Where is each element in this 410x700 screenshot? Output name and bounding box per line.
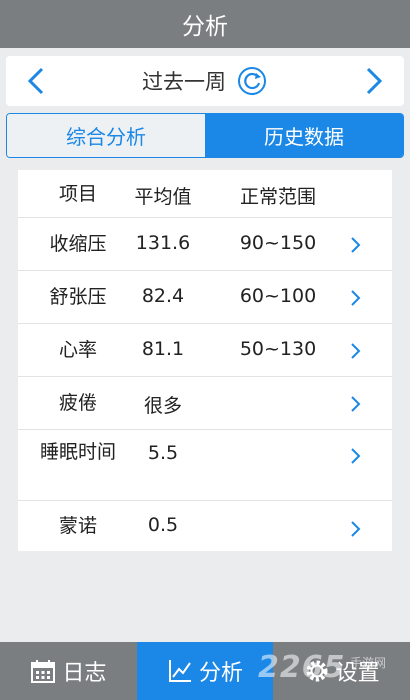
view-tabs: 综合分析 历史数据 <box>6 113 404 158</box>
table-header: 项目 平均值 正常范围 <box>18 170 392 218</box>
period-label: 过去一周 <box>142 70 226 94</box>
bottom-navigation: 日志 分析 设置 <box>0 642 410 700</box>
table-row[interactable]: 心率 81.1 50~130 <box>18 324 392 377</box>
column-header-range: 正常范围 <box>239 186 316 208</box>
nav-analysis[interactable]: 分析 <box>136 642 274 700</box>
row-item: 疲倦 <box>58 392 97 414</box>
previous-period-button[interactable] <box>6 56 66 106</box>
period-selector: 过去一周 <box>6 56 404 106</box>
nav-journal[interactable]: 日志 <box>0 642 137 700</box>
nav-analysis-label: 分析 <box>199 661 244 686</box>
chevron-right-icon <box>351 343 361 359</box>
table-row[interactable]: 蒙诺 0.5 <box>18 501 392 551</box>
row-item: 收缩压 <box>49 233 107 255</box>
row-average: 81.1 <box>141 338 185 360</box>
calendar-icon <box>31 660 56 683</box>
chevron-right-icon <box>351 396 361 412</box>
row-item: 舒张压 <box>49 286 107 308</box>
tab-label: 综合分析 <box>66 125 146 149</box>
watermark-logo: 2265 <box>258 650 346 685</box>
page-title: 分析 <box>182 14 228 40</box>
table-row[interactable]: 睡眠时间 5.5 <box>18 430 392 501</box>
line-chart-icon <box>169 660 191 682</box>
tab-label: 历史数据 <box>264 125 344 149</box>
chevron-right-icon <box>351 521 361 537</box>
column-header-item: 项目 <box>58 183 97 205</box>
table-row[interactable]: 收缩压 131.6 90~150 <box>18 218 392 271</box>
chevron-right-icon <box>351 290 361 306</box>
table-row[interactable]: 舒张压 82.4 60~100 <box>18 271 392 324</box>
nav-journal-label: 日志 <box>62 661 107 686</box>
row-average: 很多 <box>143 395 182 417</box>
chevron-left-icon <box>27 67 44 95</box>
refresh-icon <box>238 67 266 95</box>
row-item: 心率 <box>58 339 97 361</box>
tab-history-data[interactable]: 历史数据 <box>205 114 403 157</box>
row-average: 5.5 <box>147 442 179 464</box>
chevron-right-icon <box>366 67 383 95</box>
title-bar: 分析 <box>0 0 410 48</box>
row-item: 睡眠时间 <box>40 441 117 463</box>
next-period-button[interactable] <box>344 56 404 106</box>
tab-comprehensive-analysis[interactable]: 综合分析 <box>7 114 205 157</box>
refresh-button[interactable] <box>236 65 268 97</box>
chevron-right-icon <box>351 448 361 464</box>
row-range: 60~100 <box>239 285 317 307</box>
row-average: 131.6 <box>135 232 191 254</box>
row-range: 50~130 <box>239 338 317 360</box>
watermark-subtitle: 手游网 <box>350 656 387 670</box>
row-item: 蒙诺 <box>58 515 97 537</box>
period-center: 过去一周 <box>142 65 268 97</box>
column-header-average: 平均值 <box>134 186 192 208</box>
row-range: 90~150 <box>239 232 317 254</box>
history-table: 项目 平均值 正常范围 收缩压 131.6 90~150 舒张压 82.4 60… <box>18 170 392 551</box>
chevron-right-icon <box>351 237 361 253</box>
table-row[interactable]: 疲倦 很多 <box>18 377 392 430</box>
row-average: 82.4 <box>141 285 185 307</box>
row-average: 0.5 <box>147 514 179 536</box>
